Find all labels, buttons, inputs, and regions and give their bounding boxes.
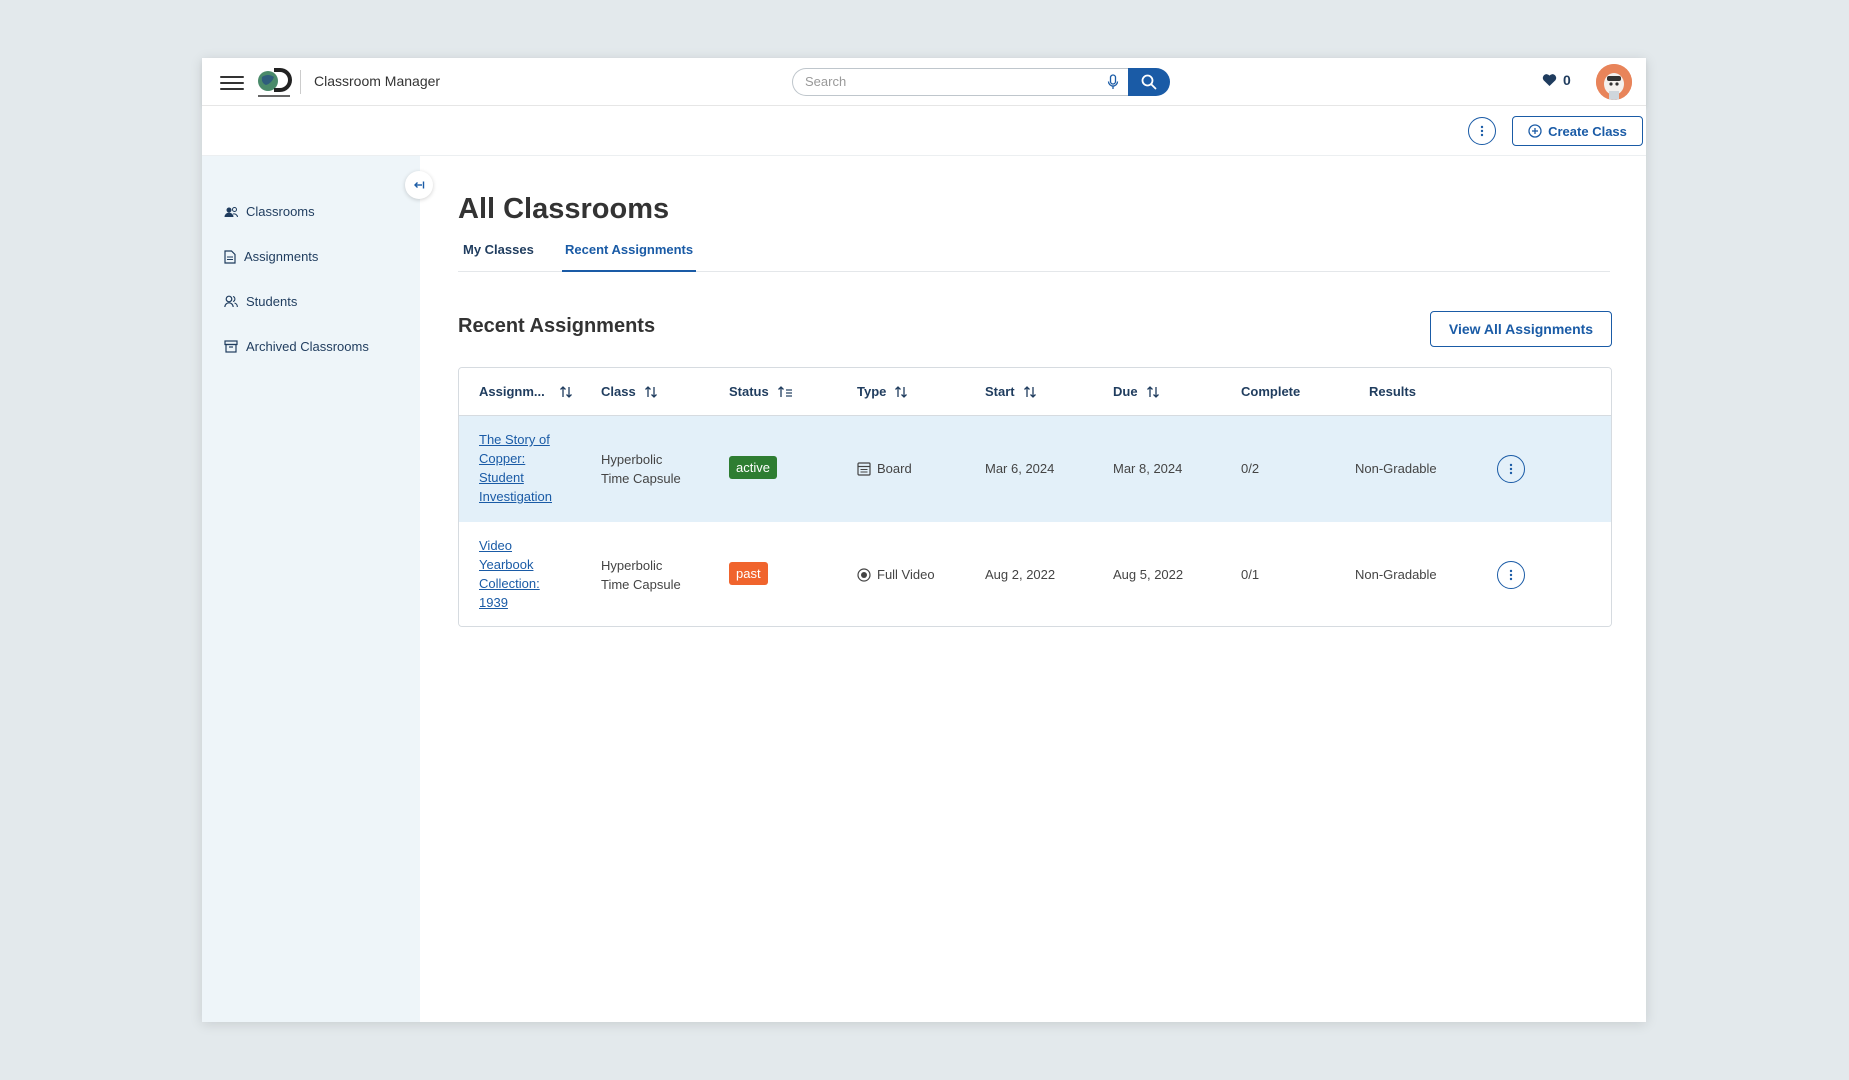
more-vertical-icon (1509, 463, 1513, 475)
classrooms-icon (224, 206, 238, 217)
type-cell: Board (857, 459, 912, 478)
row-actions-button[interactable] (1497, 455, 1525, 483)
favorites-count: 0 (1563, 72, 1571, 88)
video-icon (857, 567, 871, 582)
start-date-cell: Mar 6, 2024 (985, 461, 1055, 476)
more-options-button[interactable] (1468, 117, 1496, 145)
section-title: Recent Assignments (458, 315, 656, 337)
students-icon (224, 295, 238, 308)
column-header-results: Results (1369, 384, 1416, 399)
more-vertical-icon (1480, 125, 1484, 137)
view-all-assignments-button[interactable]: View All Assignments (1430, 311, 1612, 347)
results-cell: Non-Gradable (1355, 461, 1437, 476)
avatar-icon (1596, 64, 1632, 100)
page-title: All Classrooms (458, 193, 670, 225)
logo-divider (300, 70, 301, 94)
assignment-link[interactable]: Video Yearbook Collection: 1939 (479, 536, 569, 612)
document-icon (224, 249, 236, 264)
column-header-class[interactable]: Class (601, 384, 658, 399)
sort-icon (895, 385, 908, 398)
sort-icon (1146, 385, 1159, 398)
column-header-due[interactable]: Due (1113, 384, 1160, 399)
sort-icon (559, 385, 572, 398)
status-badge: past (729, 562, 768, 585)
sidebar: Classrooms Assignments Students Archived… (202, 156, 420, 1022)
more-vertical-icon (1509, 569, 1513, 581)
row-actions-button[interactable] (1497, 561, 1525, 589)
sort-icon (1023, 385, 1036, 398)
collapse-sidebar-button[interactable] (405, 171, 433, 199)
table-header: Assignm... Class Status Type Start Due C… (459, 368, 1611, 416)
microphone-icon[interactable] (1106, 74, 1120, 90)
sidebar-item-students[interactable]: Students (224, 294, 297, 309)
favorites[interactable]: 0 (1542, 72, 1571, 88)
app-window: Classroom Manager 0 (202, 58, 1646, 1022)
sidebar-item-label: Assignments (244, 249, 319, 264)
sort-ascending-icon (777, 385, 792, 397)
column-header-assignment[interactable]: Assignm... (479, 384, 573, 399)
results-cell: Non-Gradable (1355, 567, 1437, 582)
type-cell: Full Video (857, 565, 935, 584)
app-title: Classroom Manager (314, 73, 441, 89)
assignment-link[interactable]: The Story of Copper: Student Investigati… (479, 430, 569, 506)
sidebar-item-assignments[interactable]: Assignments (224, 249, 318, 264)
search-icon (1141, 74, 1157, 90)
start-date-cell: Aug 2, 2022 (985, 567, 1056, 582)
column-header-start[interactable]: Start (985, 384, 1037, 399)
tab-my-classes[interactable]: My Classes (463, 242, 534, 272)
avatar[interactable] (1596, 64, 1632, 100)
class-cell: Hyperbolic Time Capsule (601, 452, 681, 486)
action-bar: Create Class (202, 106, 1646, 156)
tab-recent-assignments[interactable]: Recent Assignments (562, 242, 697, 272)
create-class-label: Create Class (1548, 123, 1627, 139)
sidebar-item-label: Classrooms (246, 204, 315, 219)
search-field[interactable] (792, 68, 1128, 96)
column-header-type[interactable]: Type (857, 384, 908, 399)
main-content: All Classrooms My Classes Recent Assignm… (420, 156, 1646, 1022)
column-header-status[interactable]: Status (729, 384, 793, 399)
due-date-cell: Aug 5, 2022 (1113, 567, 1184, 582)
sidebar-item-label: Students (246, 294, 298, 309)
complete-cell: 0/1 (1241, 567, 1260, 582)
top-bar: Classroom Manager 0 (202, 58, 1646, 106)
table-row[interactable]: The Story of Copper: Student Investigati… (459, 416, 1611, 522)
sidebar-item-label: Archived Classrooms (246, 339, 369, 354)
create-class-button[interactable]: Create Class (1512, 116, 1643, 146)
discovery-education-logo[interactable] (252, 64, 296, 100)
column-header-complete: Complete (1241, 384, 1301, 399)
due-date-cell: Mar 8, 2024 (1113, 461, 1183, 476)
sidebar-item-archived-classrooms[interactable]: Archived Classrooms (224, 339, 369, 354)
heart-icon (1542, 74, 1557, 86)
complete-cell: 0/2 (1241, 461, 1260, 476)
search-button[interactable] (1128, 68, 1170, 96)
sort-icon (644, 385, 657, 398)
table-row[interactable]: Video Yearbook Collection: 1939 Hyperbol… (459, 522, 1611, 626)
status-badge: active (729, 456, 777, 479)
plus-circle-icon (1528, 124, 1542, 138)
class-cell: Hyperbolic Time Capsule (601, 558, 681, 592)
archive-icon (224, 340, 238, 353)
assignments-table: Assignm... Class Status Type Start Due C… (458, 367, 1612, 627)
tab-bar: My Classes Recent Assignments (458, 242, 1610, 272)
sidebar-item-classrooms[interactable]: Classrooms (224, 204, 315, 219)
collapse-left-icon (414, 181, 425, 189)
menu-icon[interactable] (220, 72, 244, 92)
board-icon (857, 461, 871, 476)
search-input[interactable] (805, 74, 1085, 89)
